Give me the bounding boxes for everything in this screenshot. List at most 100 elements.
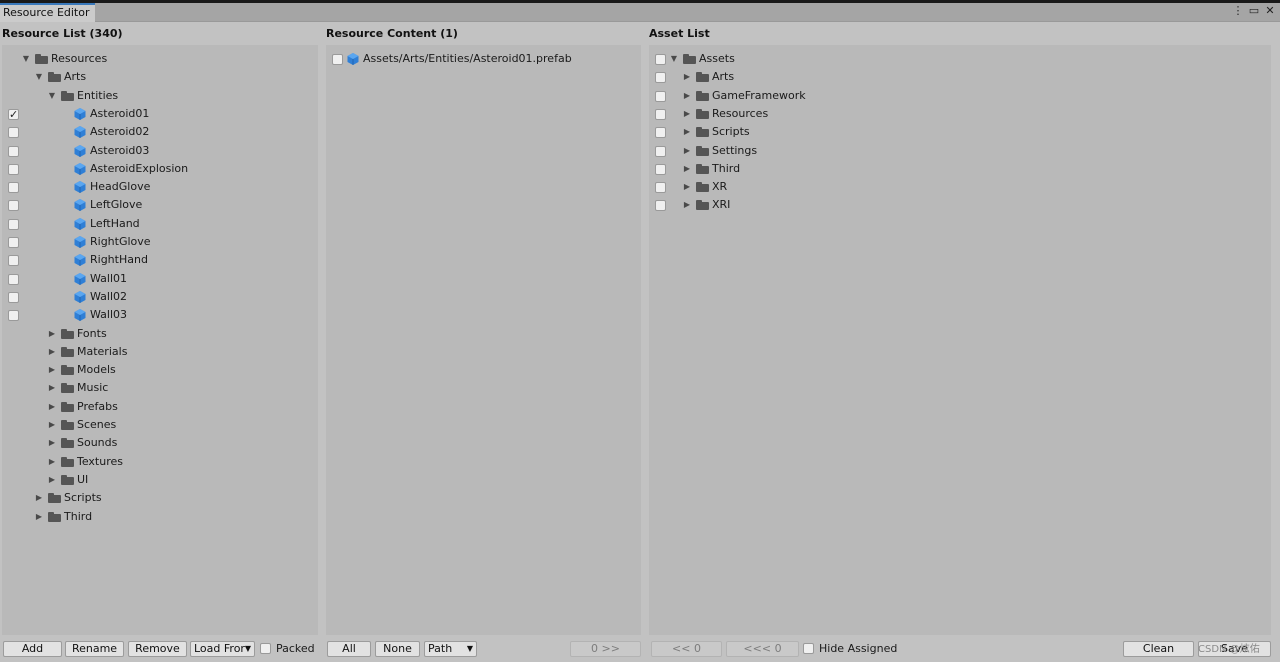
row-checkbox[interactable]: [655, 108, 666, 120]
resource-tree-row[interactable]: ▶ Textures: [2, 453, 318, 471]
asset-tree-row[interactable]: ▶ GameFramework: [649, 87, 1271, 105]
packed-checkbox[interactable]: [260, 643, 271, 654]
row-checkbox[interactable]: [8, 127, 19, 139]
asset-list-panel[interactable]: ▼ Assets ▶ Arts ▶ GameFramework ▶ Resources ▶ Scr…: [649, 45, 1271, 635]
resource-content-row[interactable]: Assets/Arts/Entities/Asteroid01.prefab: [326, 50, 641, 68]
asset-tree-row[interactable]: ▶ Scripts: [649, 123, 1271, 141]
row-checkbox[interactable]: [8, 310, 19, 322]
clean-button[interactable]: Clean: [1123, 641, 1194, 657]
collapse-arrow-icon[interactable]: ▶: [47, 453, 57, 471]
add-button[interactable]: Add: [3, 641, 62, 657]
row-checkbox[interactable]: [8, 291, 19, 303]
resource-tree-row[interactable]: Asteroid01: [2, 105, 318, 124]
tab-resource-editor[interactable]: Resource Editor: [0, 3, 95, 22]
row-checkbox[interactable]: [8, 218, 19, 230]
collapse-arrow-icon[interactable]: ▶: [47, 471, 57, 489]
asset-tree-row[interactable]: ▶ Arts: [649, 68, 1271, 86]
row-checkbox[interactable]: [8, 145, 19, 157]
resource-tree-row[interactable]: Asteroid03: [2, 142, 318, 160]
maximize-icon[interactable]: ▭: [1248, 4, 1260, 18]
collapse-arrow-icon[interactable]: ▶: [682, 123, 692, 141]
expand-arrow-icon[interactable]: ▼: [34, 68, 44, 86]
expand-arrow-icon[interactable]: ▼: [47, 87, 57, 105]
row-checkbox[interactable]: [655, 127, 666, 139]
hide-assigned-checkbox[interactable]: [803, 643, 814, 654]
resource-content-panel[interactable]: Assets/Arts/Entities/Asteroid01.prefab: [326, 45, 641, 635]
collapse-arrow-icon[interactable]: ▶: [682, 196, 692, 214]
resource-tree-row[interactable]: ▶ Prefabs: [2, 398, 318, 416]
row-checkbox[interactable]: [8, 237, 19, 248]
expand-arrow-icon[interactable]: ▼: [21, 50, 31, 68]
asset-tree-row[interactable]: ▼ Assets: [649, 50, 1271, 68]
resource-tree-row[interactable]: ▶ Sounds: [2, 434, 318, 452]
resource-tree-row[interactable]: Asteroid02: [2, 123, 318, 141]
resource-tree-row[interactable]: Wall03: [2, 306, 318, 324]
row-checkbox[interactable]: [655, 145, 666, 157]
row-checkbox[interactable]: [655, 72, 666, 84]
move-left-button[interactable]: << 0: [651, 641, 722, 657]
row-checkbox[interactable]: [655, 163, 666, 175]
expand-arrow-icon[interactable]: ▼: [669, 50, 679, 68]
row-checkbox[interactable]: [8, 182, 19, 194]
resource-list-panel[interactable]: ▼ Resources ▼ Arts ▼ Entities Asteroid01 Astero…: [2, 45, 318, 635]
select-all-button[interactable]: All: [327, 641, 371, 657]
kebab-menu-icon[interactable]: ⋮: [1232, 4, 1244, 18]
row-checkbox[interactable]: [332, 54, 343, 65]
row-checkbox[interactable]: [8, 200, 19, 212]
asset-tree-row[interactable]: ▶ XR: [649, 178, 1271, 196]
collapse-arrow-icon[interactable]: ▶: [682, 68, 692, 86]
resource-tree-row[interactable]: ▶ Third: [2, 508, 318, 526]
row-checkbox[interactable]: [655, 200, 666, 212]
resource-tree-row[interactable]: HeadGlove: [2, 178, 318, 196]
collapse-arrow-icon[interactable]: ▶: [47, 361, 57, 379]
move-right-button[interactable]: 0 >>: [570, 641, 641, 657]
asset-tree-row[interactable]: ▶ Settings: [649, 142, 1271, 160]
resource-tree-row[interactable]: ▶ Music: [2, 379, 318, 397]
collapse-arrow-icon[interactable]: ▶: [682, 178, 692, 196]
resource-tree-row[interactable]: ▶ UI: [2, 471, 318, 489]
collapse-arrow-icon[interactable]: ▶: [47, 379, 57, 397]
resource-tree-row[interactable]: ▶ Scenes: [2, 416, 318, 434]
row-checkbox[interactable]: [655, 90, 666, 102]
collapse-arrow-icon[interactable]: ▶: [47, 325, 57, 343]
collapse-arrow-icon[interactable]: ▶: [47, 434, 57, 452]
sort-path-dropdown[interactable]: Path ▼: [424, 641, 477, 657]
select-none-button[interactable]: None: [375, 641, 420, 657]
collapse-arrow-icon[interactable]: ▶: [682, 105, 692, 123]
resource-tree-row[interactable]: RightGlove: [2, 233, 318, 251]
close-icon[interactable]: ✕: [1264, 4, 1276, 18]
resource-tree-row[interactable]: ▼ Resources: [2, 50, 318, 68]
collapse-arrow-icon[interactable]: ▶: [47, 343, 57, 361]
row-checkbox[interactable]: [8, 273, 19, 285]
resource-tree-row[interactable]: AsteroidExplosion: [2, 160, 318, 178]
row-checkbox[interactable]: [8, 106, 19, 124]
row-checkbox[interactable]: [655, 54, 666, 65]
resource-tree-row[interactable]: LeftGlove: [2, 196, 318, 214]
resource-tree-row[interactable]: Wall02: [2, 288, 318, 306]
rename-button[interactable]: Rename: [65, 641, 124, 657]
asset-tree-row[interactable]: ▶ Third: [649, 160, 1271, 178]
asset-tree-row[interactable]: ▶ Resources: [649, 105, 1271, 123]
resource-tree-row[interactable]: RightHand: [2, 251, 318, 269]
collapse-arrow-icon[interactable]: ▶: [682, 87, 692, 105]
resource-tree-row[interactable]: ▶ Materials: [2, 343, 318, 361]
collapse-arrow-icon[interactable]: ▶: [34, 508, 44, 526]
resource-tree-row[interactable]: ▶ Scripts: [2, 489, 318, 507]
row-checkbox[interactable]: [655, 182, 666, 194]
resource-tree-row[interactable]: LeftHand: [2, 215, 318, 233]
load-from-dropdown[interactable]: Load Fror ▼: [190, 641, 255, 657]
collapse-arrow-icon[interactable]: ▶: [47, 398, 57, 416]
move-all-left-button[interactable]: <<< 0: [726, 641, 799, 657]
row-checkbox[interactable]: [8, 255, 19, 267]
asset-tree-row[interactable]: ▶ XRI: [649, 196, 1271, 214]
row-checkbox[interactable]: [8, 163, 19, 175]
resource-tree-row[interactable]: ▼ Arts: [2, 68, 318, 86]
collapse-arrow-icon[interactable]: ▶: [682, 142, 692, 160]
collapse-arrow-icon[interactable]: ▶: [34, 489, 44, 507]
resource-tree-row[interactable]: Wall01: [2, 270, 318, 288]
collapse-arrow-icon[interactable]: ▶: [682, 160, 692, 178]
resource-tree-row[interactable]: ▶ Fonts: [2, 325, 318, 343]
collapse-arrow-icon[interactable]: ▶: [47, 416, 57, 434]
resource-tree-row[interactable]: ▶ Models: [2, 361, 318, 379]
remove-button[interactable]: Remove: [128, 641, 187, 657]
